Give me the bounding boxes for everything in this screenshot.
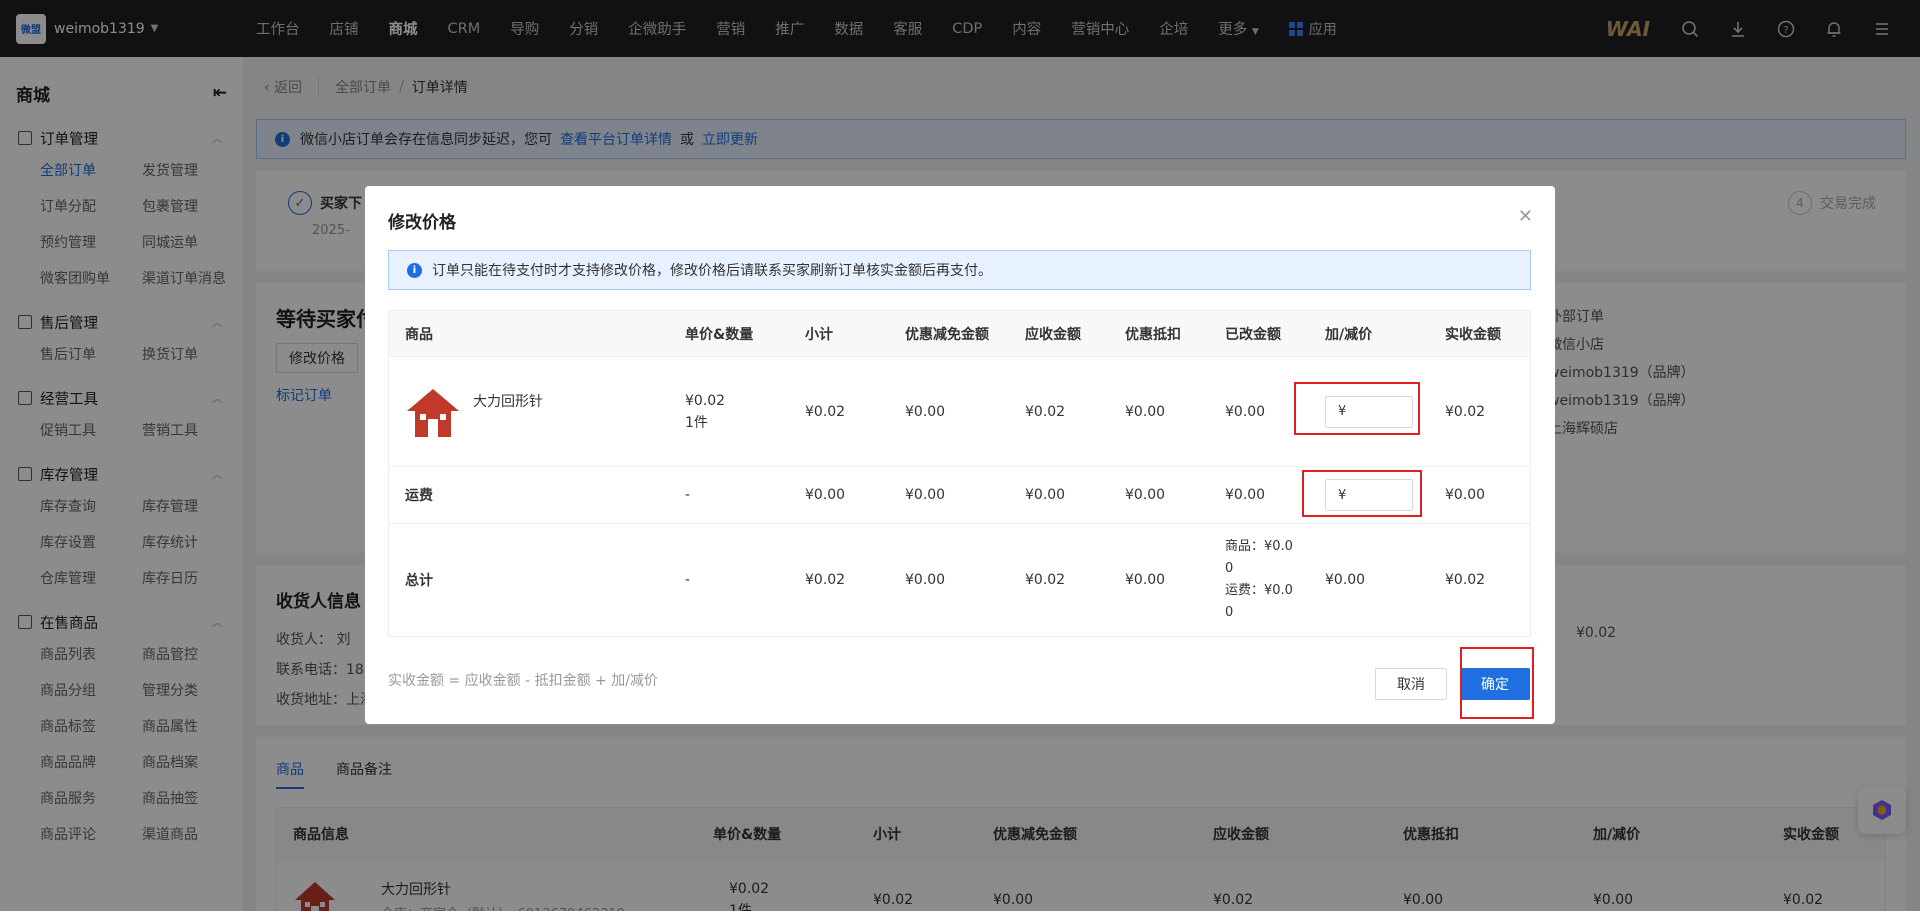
table-row-total: 总计 - ¥0.02 ¥0.00 ¥0.02 ¥0.00 商品：¥0.0 0 运…: [405, 539, 1486, 620]
house-icon: [407, 388, 459, 437]
table-row-product: 大力回形针 ¥0.02 1件 ¥0.02 ¥0.00 ¥0.02 ¥0.00 ¥0…: [389, 357, 1530, 467]
freight-adjust-price-input[interactable]: ¥: [1325, 479, 1413, 511]
confirm-button[interactable]: 确定: [1460, 668, 1530, 700]
dialog-title: 修改价格: [388, 213, 456, 233]
dialog-notice: i 订单只能在待支付时才支持修改价格，修改价格后请联系买家刷新订单核实金额后再支…: [388, 250, 1531, 290]
product-name: 大力回形针: [473, 393, 543, 410]
info-icon: i: [407, 262, 422, 278]
product-adjust-price-input[interactable]: ¥: [1325, 395, 1413, 428]
close-icon[interactable]: ✕: [1518, 206, 1533, 227]
modify-price-dialog: 修改价格 ✕ i 订单只能在待支付时才支持修改价格，修改价格后请联系买家刷新订单…: [365, 186, 1555, 724]
formula-note: 实收金额 = 应收金额 - 抵扣金额 + 加/减价: [388, 673, 658, 689]
table-row-freight: 运费 - ¥0.00 ¥0.00 ¥0.00 ¥0.00 ¥0.00 ¥ ¥0.…: [389, 467, 1530, 524]
table-header: 商品 单价&数量 小计 优惠减免金额 应收金额 优惠抵扣 已改金额 加/减价 实…: [389, 311, 1530, 357]
price-table: 商品 单价&数量 小计 优惠减免金额 应收金额 优惠抵扣 已改金额 加/减价 实…: [388, 310, 1531, 637]
cancel-button[interactable]: 取消: [1375, 668, 1447, 700]
